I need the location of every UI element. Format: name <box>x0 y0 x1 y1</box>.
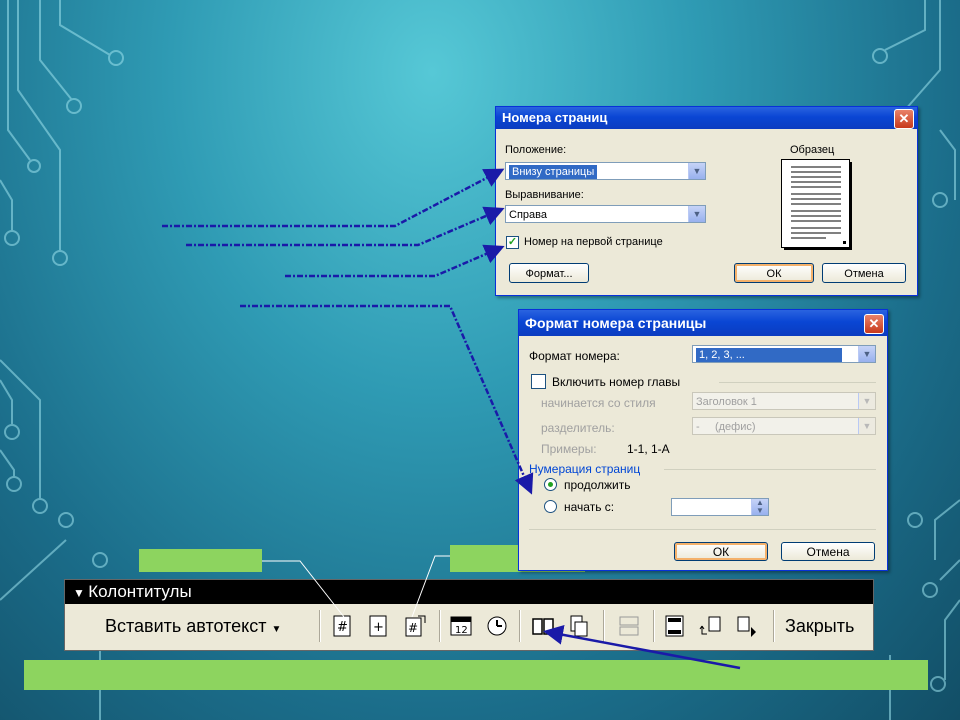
connector-left <box>262 560 345 618</box>
connector-right <box>411 555 450 618</box>
annotation-arrows <box>162 168 741 670</box>
arrow-format <box>240 304 534 495</box>
arrow-position <box>162 168 505 228</box>
arrow-alignment <box>186 206 505 247</box>
arrow-first-page <box>285 244 505 278</box>
arrow-bottom <box>543 624 741 670</box>
